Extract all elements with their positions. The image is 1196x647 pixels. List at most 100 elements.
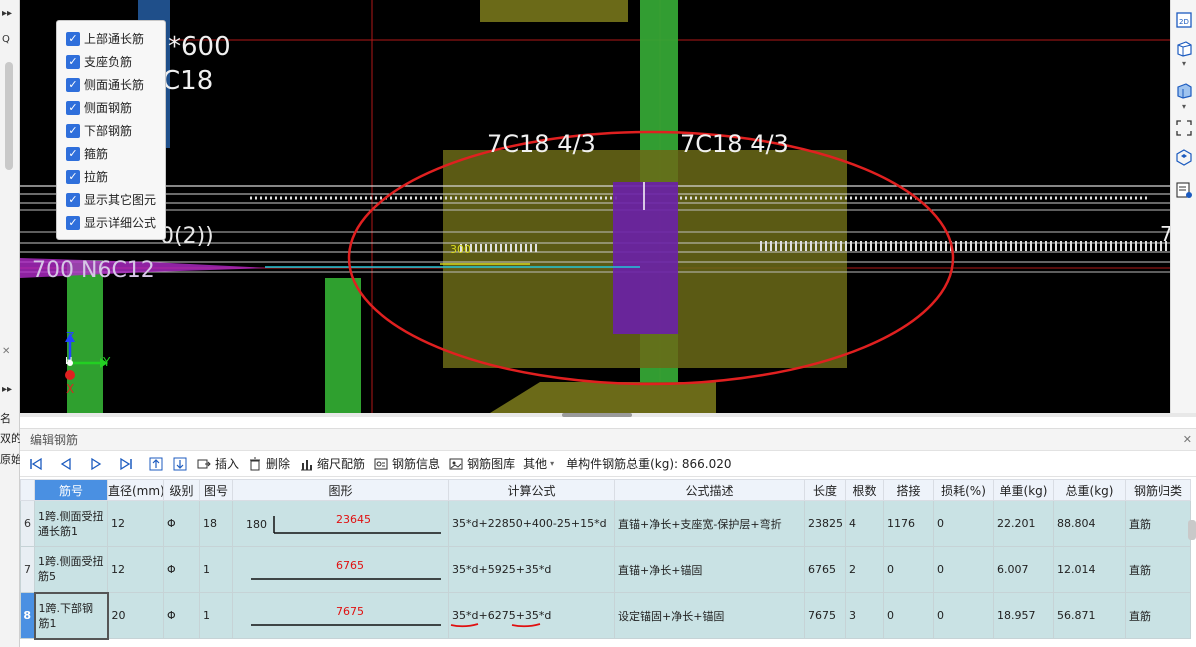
layer-item-side-bar[interactable]: ✓ 侧面钢筋 [66, 96, 165, 119]
shape-cell[interactable]: 6765 [232, 546, 449, 593]
formula-cell[interactable]: 35*d+6275+35*d [448, 592, 615, 639]
3d-view-icon[interactable] [1174, 147, 1194, 167]
total-weight-cell[interactable]: 88.804 [1053, 500, 1126, 547]
layer-item-other-elements[interactable]: ✓ 显示其它图元 [66, 188, 165, 211]
category-cell[interactable]: 直筋 [1125, 592, 1191, 639]
table-row-selected[interactable]: 8 1跨.下部钢筋1 20 Φ 1 7675 35*d+6275+35*d 设定… [20, 591, 1191, 640]
count-cell[interactable]: 2 [845, 546, 884, 593]
shape-no-cell[interactable]: 1 [199, 592, 233, 639]
header-grade[interactable]: 级别 [163, 479, 200, 501]
lap-cell[interactable]: 0 [883, 546, 934, 593]
total-weight-cell[interactable]: 56.871 [1053, 592, 1126, 639]
length-cell[interactable]: 6765 [804, 546, 846, 593]
length-cell[interactable]: 7675 [804, 592, 846, 639]
layer-item-top-long-bar[interactable]: ✓ 上部通长筋 [66, 27, 165, 50]
header-total-weight[interactable]: 总重(kg) [1053, 479, 1126, 501]
3d-cube-icon[interactable] [1174, 38, 1194, 58]
table-row[interactable]: 6 1跨.侧面受扭通长筋1 12 Φ 18 180 23645 35*d+228… [20, 500, 1191, 547]
chevron-down-icon[interactable]: ▾ [1174, 101, 1194, 111]
next-record-icon[interactable] [88, 456, 104, 472]
table-scrollbar[interactable] [1188, 520, 1196, 540]
last-record-icon[interactable] [118, 456, 134, 472]
header-unit-weight[interactable]: 单重(kg) [993, 479, 1054, 501]
header-loss[interactable]: 损耗(%) [933, 479, 994, 501]
splitter-grip[interactable] [562, 413, 632, 417]
bar-name-cell[interactable]: 1跨.下部钢筋1 [33, 591, 109, 640]
diameter-cell[interactable]: 20 [107, 592, 164, 639]
layer-item-bottom-bar[interactable]: ✓ 下部钢筋 [66, 119, 165, 142]
formula-cell[interactable]: 35*d+22850+400-25+15*d [448, 500, 615, 547]
formula-desc-cell[interactable]: 直锚+净长+锚固 [614, 546, 805, 593]
layer-item-detailed-formula[interactable]: ✓ 显示详细公式 [66, 211, 165, 234]
checkbox-checked-icon[interactable]: ✓ [66, 169, 80, 184]
shape-cell[interactable]: 7675 [232, 592, 449, 639]
header-shape-no[interactable]: 图号 [199, 479, 233, 501]
fullscreen-icon[interactable] [1174, 118, 1194, 138]
loss-cell[interactable]: 0 [933, 592, 994, 639]
formula-cell[interactable]: 35*d+5925+35*d [448, 546, 615, 593]
shape-no-cell[interactable]: 18 [199, 500, 233, 547]
expand-icon[interactable]: ▸▸ [2, 8, 12, 19]
layer-item-side-long-bar[interactable]: ✓ 侧面通长筋 [66, 73, 165, 96]
delete-button[interactable]: 删除 [247, 455, 290, 472]
shape-no-cell[interactable]: 1 [199, 546, 233, 593]
category-cell[interactable]: 直筋 [1125, 546, 1191, 593]
lap-cell[interactable]: 0 [883, 592, 934, 639]
expand-icon[interactable]: ▸▸ [2, 384, 12, 395]
category-cell[interactable]: 直筋 [1125, 500, 1191, 547]
unit-weight-cell[interactable]: 22.201 [993, 500, 1054, 547]
left-scrollbar[interactable] [5, 62, 13, 170]
layer-item-stirrup[interactable]: ✓ 箍筋 [66, 142, 165, 165]
search-icon[interactable]: Q [2, 34, 10, 45]
checkbox-checked-icon[interactable]: ✓ [66, 54, 80, 69]
header-count[interactable]: 根数 [845, 479, 884, 501]
header-category[interactable]: 钢筋归类 [1125, 479, 1191, 501]
checkbox-checked-icon[interactable]: ✓ [66, 123, 80, 138]
checkbox-checked-icon[interactable]: ✓ [66, 31, 80, 46]
move-up-icon[interactable] [148, 456, 164, 472]
grade-cell[interactable]: Φ [163, 546, 200, 593]
checkbox-checked-icon[interactable]: ✓ [66, 215, 80, 230]
checkbox-checked-icon[interactable]: ✓ [66, 77, 80, 92]
bar-name-cell[interactable]: 1跨.侧面受扭通长筋1 [34, 500, 108, 547]
insert-button[interactable]: 插入 [196, 455, 239, 472]
3d-cube-blue-icon[interactable] [1174, 80, 1194, 100]
close-icon[interactable]: ✕ [2, 346, 10, 357]
grade-cell[interactable]: Φ [163, 500, 200, 547]
length-cell[interactable]: 23825 [804, 500, 846, 547]
header-diameter[interactable]: 直径(mm) [107, 479, 164, 501]
properties-icon[interactable] [1174, 180, 1194, 200]
header-shape[interactable]: 图形 [232, 479, 449, 501]
previous-record-icon[interactable] [58, 456, 74, 472]
header-formula-desc[interactable]: 公式描述 [614, 479, 805, 501]
layer-item-tie-bar[interactable]: ✓ 拉筋 [66, 165, 165, 188]
lap-cell[interactable]: 1176 [883, 500, 934, 547]
loss-cell[interactable]: 0 [933, 500, 994, 547]
rebar-info-button[interactable]: 钢筋信息 [373, 455, 440, 472]
count-cell[interactable]: 4 [845, 500, 884, 547]
first-record-icon[interactable] [28, 456, 44, 472]
checkbox-checked-icon[interactable]: ✓ [66, 100, 80, 115]
formula-desc-cell[interactable]: 直锚+净长+支座宽-保护层+弯折 [614, 500, 805, 547]
header-formula[interactable]: 计算公式 [448, 479, 615, 501]
checkbox-checked-icon[interactable]: ✓ [66, 146, 80, 161]
panel-splitter[interactable] [20, 413, 1196, 417]
header-length[interactable]: 长度 [804, 479, 846, 501]
count-cell[interactable]: 3 [845, 592, 884, 639]
total-weight-cell[interactable]: 12.014 [1053, 546, 1126, 593]
checkbox-checked-icon[interactable]: ✓ [66, 192, 80, 207]
unit-weight-cell[interactable]: 6.007 [993, 546, 1054, 593]
rebar-3d-viewport[interactable]: *600 C18 7C18 4/3 7C18 4/3 0(2)) 700 N6C… [20, 0, 1170, 413]
move-down-icon[interactable] [172, 456, 188, 472]
2d-view-icon[interactable]: 2D [1174, 10, 1194, 30]
rebar-library-button[interactable]: 钢筋图库 [448, 455, 515, 472]
grade-cell[interactable]: Φ [163, 592, 200, 639]
diameter-cell[interactable]: 12 [107, 546, 164, 593]
table-row[interactable]: 7 1跨.侧面受扭筋5 12 Φ 1 6765 35*d+5925+35*d 直… [20, 546, 1191, 593]
scale-rebar-button[interactable]: 缩尺配筋 [298, 455, 365, 472]
close-icon[interactable]: ✕ [1183, 429, 1192, 451]
loss-cell[interactable]: 0 [933, 546, 994, 593]
diameter-cell[interactable]: 12 [107, 500, 164, 547]
other-dropdown[interactable]: 其他 ▾ [523, 455, 554, 472]
chevron-down-icon[interactable]: ▾ [1174, 58, 1194, 68]
